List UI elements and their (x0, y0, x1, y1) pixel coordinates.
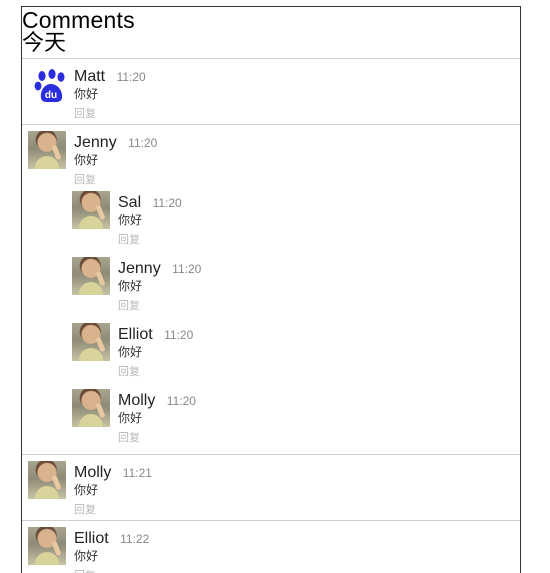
comment-time: 11:20 (166, 394, 196, 408)
reply-link[interactable]: 回复 (118, 365, 193, 379)
reply-row-jenny: Jenny 11:20 你好 回复 (22, 257, 520, 323)
comment-meta: Jenny 11:20 (118, 258, 201, 279)
comment-content-molly: Molly 11:21 你好 回复 (74, 462, 152, 517)
commenter-name: Elliot (74, 530, 109, 547)
reply-content-sal: Sal 11:20 你好 回复 (118, 192, 182, 247)
svg-text:du: du (45, 90, 57, 101)
commenter-name: Sal (118, 194, 142, 211)
comment-content-elliot: Elliot 11:22 你好 回复 (74, 528, 149, 573)
comment-message: 你好 (118, 213, 143, 227)
baidu-paw-logo-icon-svg: du (34, 69, 65, 103)
reply-link[interactable]: 回复 (118, 431, 196, 445)
reply-content-molly: Molly 11:20 你好 回复 (118, 390, 196, 445)
comment-row-elliot: Elliot 11:22 你好 回复 (22, 521, 520, 573)
commenter-name: Matt (74, 68, 106, 85)
reply-link[interactable]: 回复 (74, 107, 146, 121)
comment-content-matt: Matt 11:20 你好 回复 (74, 66, 146, 121)
reply-link[interactable]: 回复 (118, 299, 201, 313)
user-photo-avatar (72, 323, 110, 361)
commenter-name: Molly (118, 392, 156, 409)
comment-time: 11:21 (122, 466, 152, 480)
reply-link[interactable]: 回复 (74, 503, 152, 517)
baidu-paw-logo-icon: du (32, 67, 70, 105)
comment-thread-elliot: Elliot 11:22 你好 回复 (22, 521, 520, 573)
comments-header: Comments 今天 (22, 9, 520, 59)
commenter-name: Jenny (74, 134, 117, 151)
comment-message: 你好 (118, 411, 143, 425)
reply-link[interactable]: 回复 (74, 173, 157, 187)
comment-message: 你好 (74, 549, 99, 563)
comment-meta: Jenny 11:20 (74, 132, 157, 153)
comment-time: 11:20 (172, 262, 202, 276)
reply-row-sal: Sal 11:20 你好 回复 (22, 191, 520, 257)
comment-meta: Elliot 11:22 (74, 528, 149, 549)
comment-row-molly: Molly 11:21 你好 回复 (22, 455, 520, 521)
user-photo-avatar (28, 461, 66, 499)
reply-link[interactable]: 回复 (74, 569, 149, 573)
comment-message: 你好 (74, 153, 99, 167)
comment-meta: Sal 11:20 (118, 192, 182, 213)
commenter-name: Jenny (118, 260, 161, 277)
user-photo-avatar (72, 191, 110, 229)
reply-row-elliot: Elliot 11:20 你好 回复 (22, 323, 520, 389)
comments-panel: Comments 今天 du Matt 11:20 你好 回复 Jenny 11… (21, 6, 521, 573)
comment-thread-jenny: Jenny 11:20 你好 回复 Sal 11:20 你好 回复 Jenny … (22, 125, 520, 455)
comment-message: 你好 (118, 279, 143, 293)
comment-content-jenny: Jenny 11:20 你好 回复 (74, 132, 157, 187)
reply-content-jenny: Jenny 11:20 你好 回复 (118, 258, 201, 313)
reply-content-elliot: Elliot 11:20 你好 回复 (118, 324, 193, 379)
user-photo-avatar (72, 257, 110, 295)
comment-time: 11:20 (164, 328, 194, 342)
comment-time: 11:20 (128, 136, 158, 150)
reply-row-molly: Molly 11:20 你好 回复 (22, 389, 520, 455)
comment-row-matt: du Matt 11:20 你好 回复 (22, 59, 520, 125)
user-photo-avatar (28, 527, 66, 565)
comment-thread-matt: du Matt 11:20 你好 回复 (22, 59, 520, 125)
comment-message: 你好 (74, 483, 99, 497)
comment-thread-molly: Molly 11:21 你好 回复 (22, 455, 520, 521)
comment-meta: Elliot 11:20 (118, 324, 193, 345)
comment-meta: Molly 11:20 (118, 390, 196, 411)
comment-message: 你好 (118, 345, 143, 359)
user-photo-avatar (28, 131, 66, 169)
comment-meta: Molly 11:21 (74, 462, 152, 483)
commenter-name: Elliot (118, 326, 153, 343)
comments-title: Comments (22, 7, 135, 33)
comment-row-jenny: Jenny 11:20 你好 回复 (22, 125, 520, 191)
comment-time: 11:20 (152, 196, 182, 210)
commenter-name: Molly (74, 464, 112, 481)
user-photo-avatar (72, 389, 110, 427)
comment-time: 11:22 (120, 532, 150, 546)
reply-link[interactable]: 回复 (118, 233, 182, 247)
comment-time: 11:20 (116, 70, 146, 84)
date-heading: 今天 (22, 31, 67, 56)
comment-message: 你好 (74, 87, 99, 101)
comment-meta: Matt 11:20 (74, 66, 146, 87)
